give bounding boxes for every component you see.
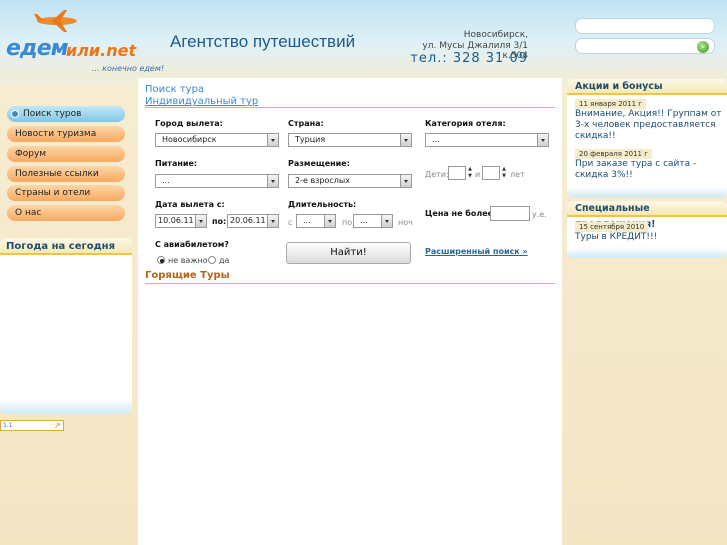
logo-brand-suffix: или.net: [66, 41, 137, 60]
children-years-label: лет: [510, 170, 525, 179]
main-content: [138, 78, 562, 545]
date-to-label: по:: [212, 217, 227, 226]
logo-slogan: ... конечно едем!: [92, 64, 165, 73]
nav-item-label: Форум: [15, 149, 47, 159]
promo-item-text[interactable]: При заказе тура с сайта - скидка 3%!!: [575, 159, 723, 181]
chevron-down-icon: [267, 134, 278, 146]
children-and-label: и: [475, 170, 481, 179]
date-to-value: 20.06.11: [230, 216, 266, 225]
phone-text: тел.: 328 31 09: [410, 51, 528, 66]
weather-panel-footer: [0, 400, 132, 414]
chevron-down-icon: [400, 175, 411, 187]
departure-date-label: Дата вылета с:: [155, 200, 225, 209]
agency-title: Агентство путешествий: [170, 32, 356, 51]
chevron-down-icon: [537, 134, 548, 146]
bullet-icon: [11, 110, 19, 118]
chevron-down-icon: [400, 134, 411, 146]
special-panel-footer: [567, 248, 727, 258]
duration-label: Длительность:: [288, 200, 357, 209]
duration-from-label: с: [288, 218, 293, 227]
stepper-arrows-icon[interactable]: ▲ ▼: [467, 166, 473, 180]
tab-individual-tour[interactable]: Индивидуальный тур: [145, 96, 258, 107]
radio-yes-label: да: [219, 256, 230, 265]
nav-item-tourism-news[interactable]: Новости туризма: [7, 126, 125, 142]
hotel-category-value: ...: [432, 135, 440, 144]
country-select[interactable]: Турция: [288, 133, 412, 147]
logo-brand: едем: [6, 36, 69, 61]
nav-item-useful-links[interactable]: Полезные ссылки: [7, 166, 125, 182]
duration-to-label: по: [342, 218, 353, 227]
date-from-field[interactable]: 10.06.11: [155, 214, 207, 228]
meals-value: ...: [162, 176, 170, 185]
duration-unit: ноч: [398, 218, 413, 227]
departure-city-value: Новосибирск: [162, 135, 217, 144]
nav-item-label: О нас: [15, 208, 42, 218]
date-to-field[interactable]: 20.06.11: [227, 214, 279, 228]
departure-city-label: Город вылета:: [155, 119, 223, 128]
hotel-category-select[interactable]: ...: [425, 133, 549, 147]
children-label: Дети:: [425, 170, 449, 179]
divider: [145, 107, 555, 108]
chevron-down-icon: [324, 215, 335, 227]
accommodation-label: Размещение:: [288, 159, 350, 168]
duration-to-value: ...: [360, 216, 368, 225]
special-item-text[interactable]: Туры в КРЕДИТ!!!: [575, 232, 723, 243]
search-button[interactable]: Найти!: [286, 242, 411, 264]
divider: [145, 283, 555, 284]
price-unit: у.е.: [532, 210, 547, 219]
calendar-icon[interactable]: [195, 215, 206, 227]
tab-tour-search[interactable]: Поиск тура: [145, 84, 204, 95]
promo-item-text[interactable]: Внимание, Акция!! Группам от 3-х человек…: [575, 109, 723, 142]
hot-tours-title: Горящие Туры: [145, 270, 230, 281]
nav-item-label: Страны и отели: [15, 188, 91, 198]
accommodation-value: 2-е взрослых: [295, 176, 350, 185]
stepper-arrows-icon[interactable]: ▲ ▼: [501, 166, 507, 180]
duration-from-value: ...: [303, 216, 311, 225]
nav-item-about[interactable]: О нас: [7, 205, 125, 221]
price-label: Цена не более:: [425, 209, 497, 218]
chevron-down-icon: [267, 175, 278, 187]
promo-panel-footer: [567, 187, 727, 197]
airplane-icon: [34, 10, 77, 32]
radio-not-important-label: не важно: [168, 256, 208, 265]
duration-from-select[interactable]: ...: [296, 214, 336, 228]
child-age-2-input[interactable]: [482, 166, 500, 180]
accommodation-select[interactable]: 2-е взрослых: [288, 174, 412, 188]
country-label: Страна:: [288, 119, 324, 128]
date-from-value: 10.06.11: [158, 216, 194, 225]
weather-panel: [0, 238, 132, 414]
promo-title: Акции и бонусы: [567, 79, 727, 95]
password-field[interactable]: [575, 38, 715, 54]
nav-item-tour-search[interactable]: Поиск туров: [7, 106, 125, 122]
calendar-icon[interactable]: [267, 215, 278, 227]
login-field[interactable]: [575, 18, 715, 34]
radio-yes[interactable]: [208, 256, 216, 264]
duration-to-select[interactable]: ...: [353, 214, 393, 228]
country-value: Турция: [295, 135, 326, 144]
weather-title: Погода на сегодня: [0, 238, 132, 255]
nav-item-forum[interactable]: Форум: [7, 146, 125, 162]
promo-date: 11 января 2011 г: [575, 99, 646, 109]
chevron-down-icon: [381, 215, 392, 227]
meals-select[interactable]: ...: [155, 174, 279, 188]
special-date: 15 сентября 2010: [575, 222, 649, 232]
nav-item-label: Поиск туров: [23, 109, 82, 119]
hotel-category-label: Категория отеля:: [425, 119, 506, 128]
go-button[interactable]: »: [697, 41, 709, 53]
special-offers-title: Специальные предложения!: [567, 201, 727, 230]
meals-label: Питание:: [155, 159, 198, 168]
nav-item-label: Полезные ссылки: [15, 169, 99, 179]
price-input[interactable]: [490, 206, 530, 221]
promo-date: 20 февраля 2011 г: [575, 149, 652, 159]
radio-not-important[interactable]: [157, 256, 165, 264]
city-text: Новосибирск,: [463, 30, 528, 40]
site-logo[interactable]: едем или.net ... конечно едем!: [6, 8, 166, 74]
child-age-1-input[interactable]: [448, 166, 466, 180]
with-flight-label: С авиабилетом?: [155, 240, 229, 249]
nav-item-countries-hotels[interactable]: Страны и отели: [7, 185, 125, 201]
advanced-search-link[interactable]: Расширенный поиск »: [425, 247, 528, 256]
departure-city-select[interactable]: Новосибирск: [155, 133, 279, 147]
arrow-icon: ↗: [54, 421, 61, 430]
nav-item-label: Новости туризма: [15, 129, 97, 139]
